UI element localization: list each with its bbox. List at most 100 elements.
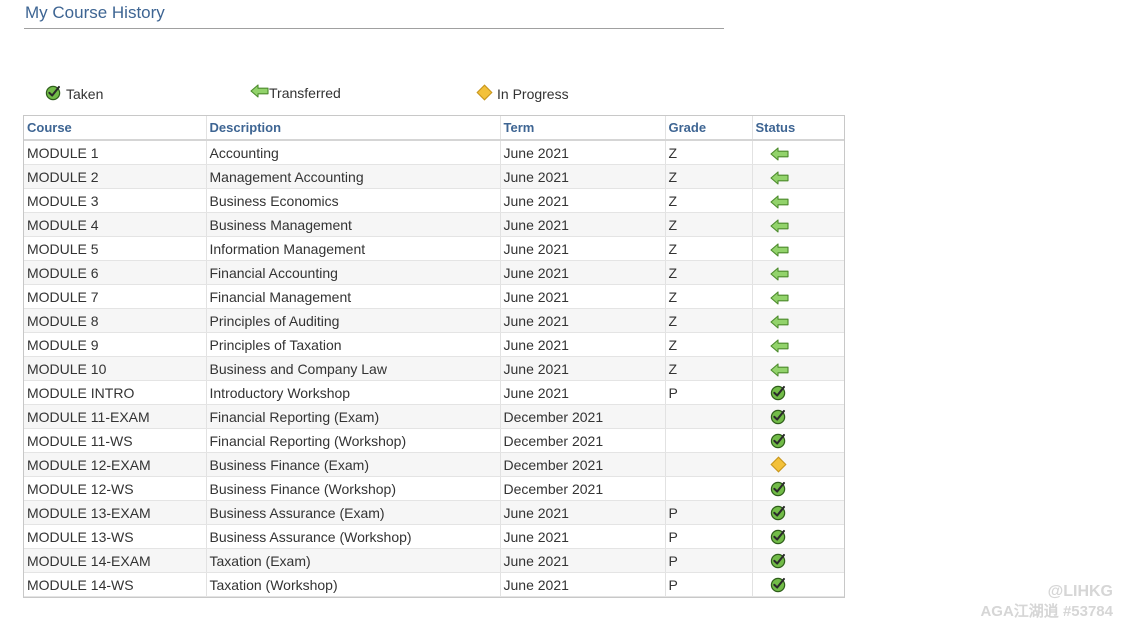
- term-cell: December 2021: [500, 452, 666, 477]
- description-cell: Financial Reporting (Workshop): [206, 428, 501, 453]
- description-cell: Financial Reporting (Exam): [206, 404, 501, 429]
- legend-transferred: Transferred: [250, 84, 341, 101]
- table-row: MODULE 5 Information Management June 2021 Z: [24, 236, 844, 261]
- column-header-status[interactable]: Status: [752, 116, 844, 141]
- check-circle-icon: [45, 84, 62, 104]
- grade-cell: Z: [665, 356, 753, 381]
- title-divider: [24, 28, 724, 29]
- course-cell: MODULE 9: [24, 332, 207, 357]
- check-circle-icon: [770, 480, 787, 497]
- term-cell: June 2021: [500, 356, 666, 381]
- description-cell: Management Accounting: [206, 164, 501, 189]
- table-body: MODULE 1 Accounting June 2021 Z MODULE 2 Mana…: [24, 140, 844, 597]
- description-cell: Taxation (Exam): [206, 548, 501, 573]
- arrow-left-icon: [769, 291, 789, 305]
- legend-in-progress: In Progress: [476, 84, 569, 104]
- term-cell: December 2021: [500, 404, 666, 429]
- table-row: MODULE 6 Financial Accounting June 2021 Z: [24, 260, 844, 285]
- term-cell: June 2021: [500, 140, 666, 165]
- arrow-left-icon: [769, 219, 789, 233]
- table-row: MODULE 8 Principles of Auditing June 2021 Z: [24, 308, 844, 333]
- course-cell: MODULE 14-EXAM: [24, 548, 207, 573]
- term-cell: June 2021: [500, 548, 666, 573]
- grade-cell: [665, 452, 753, 477]
- description-cell: Business Management: [206, 212, 501, 237]
- column-header-term[interactable]: Term: [500, 116, 666, 141]
- table-row: MODULE 1 Accounting June 2021 Z: [24, 140, 844, 165]
- column-header-description[interactable]: Description: [206, 116, 501, 141]
- term-cell: June 2021: [500, 524, 666, 549]
- status-cell: [752, 164, 844, 189]
- term-cell: June 2021: [500, 260, 666, 285]
- description-cell: Business and Company Law: [206, 356, 501, 381]
- arrow-left-icon: [769, 243, 789, 257]
- check-circle-icon: [770, 528, 787, 545]
- legend-taken-label: Taken: [66, 86, 104, 102]
- watermark: @LIHKG AGA江湖逍 #53784: [980, 582, 1113, 622]
- grade-cell: P: [665, 548, 753, 573]
- course-cell: MODULE 13-EXAM: [24, 500, 207, 525]
- course-cell: MODULE INTRO: [24, 380, 207, 405]
- check-circle-icon: [770, 408, 787, 425]
- table-row: MODULE 11-WS Financial Reporting (Worksho…: [24, 428, 844, 453]
- grade-cell: [665, 476, 753, 501]
- grade-cell: Z: [665, 164, 753, 189]
- column-header-grade[interactable]: Grade: [665, 116, 753, 141]
- column-header-course[interactable]: Course: [24, 116, 207, 141]
- status-cell: [752, 212, 844, 237]
- table-header-row: Course Description Term Grade Status: [24, 116, 844, 141]
- course-cell: MODULE 11-WS: [24, 428, 207, 453]
- table-row: MODULE 13-WS Business Assurance (Workshop…: [24, 524, 844, 549]
- course-history-table-container: Course Description Term Grade Status MOD…: [23, 115, 845, 598]
- description-cell: Principles of Auditing: [206, 308, 501, 333]
- term-cell: June 2021: [500, 380, 666, 405]
- grade-cell: P: [665, 500, 753, 525]
- table-row: MODULE 11-EXAM Financial Reporting (Exam)…: [24, 404, 844, 429]
- grade-cell: [665, 404, 753, 429]
- check-circle-icon: [770, 576, 787, 593]
- arrow-left-icon: [769, 315, 789, 329]
- status-cell: [752, 404, 844, 429]
- arrow-left-icon: [769, 147, 789, 161]
- course-cell: MODULE 8: [24, 308, 207, 333]
- description-cell: Financial Management: [206, 284, 501, 309]
- legend-in-progress-label: In Progress: [497, 86, 569, 102]
- status-cell: [752, 260, 844, 285]
- arrow-left-icon: [769, 171, 789, 185]
- status-cell: [752, 452, 844, 477]
- check-circle-icon: [770, 432, 787, 449]
- status-cell: [752, 308, 844, 333]
- course-cell: MODULE 13-WS: [24, 524, 207, 549]
- grade-cell: Z: [665, 332, 753, 357]
- watermark-line-2: AGA江湖逍 #53784: [980, 603, 1113, 620]
- course-cell: MODULE 7: [24, 284, 207, 309]
- course-cell: MODULE 5: [24, 236, 207, 261]
- status-legend: Taken Transferred In Progress: [0, 84, 700, 102]
- table-row: MODULE 3 Business Economics June 2021 Z: [24, 188, 844, 213]
- grade-cell: Z: [665, 236, 753, 261]
- term-cell: December 2021: [500, 476, 666, 501]
- description-cell: Business Assurance (Workshop): [206, 524, 501, 549]
- term-cell: June 2021: [500, 236, 666, 261]
- course-cell: MODULE 12-EXAM: [24, 452, 207, 477]
- status-cell: [752, 500, 844, 525]
- table-row: MODULE 12-EXAM Business Finance (Exam) Dec…: [24, 452, 844, 477]
- grade-cell: P: [665, 524, 753, 549]
- arrow-left-icon: [769, 339, 789, 353]
- term-cell: June 2021: [500, 332, 666, 357]
- description-cell: Business Assurance (Exam): [206, 500, 501, 525]
- grade-cell: P: [665, 380, 753, 405]
- grade-cell: [665, 428, 753, 453]
- course-cell: MODULE 6: [24, 260, 207, 285]
- check-circle-icon: [770, 504, 787, 521]
- grade-cell: Z: [665, 140, 753, 165]
- course-cell: MODULE 10: [24, 356, 207, 381]
- legend-taken: Taken: [45, 84, 103, 104]
- diamond-icon: [769, 456, 787, 473]
- description-cell: Taxation (Workshop): [206, 572, 501, 597]
- watermark-line-1: @LIHKG: [1047, 583, 1113, 600]
- term-cell: June 2021: [500, 500, 666, 525]
- course-cell: MODULE 3: [24, 188, 207, 213]
- description-cell: Information Management: [206, 236, 501, 261]
- table-row: MODULE INTRO Introductory Workshop June 20…: [24, 380, 844, 405]
